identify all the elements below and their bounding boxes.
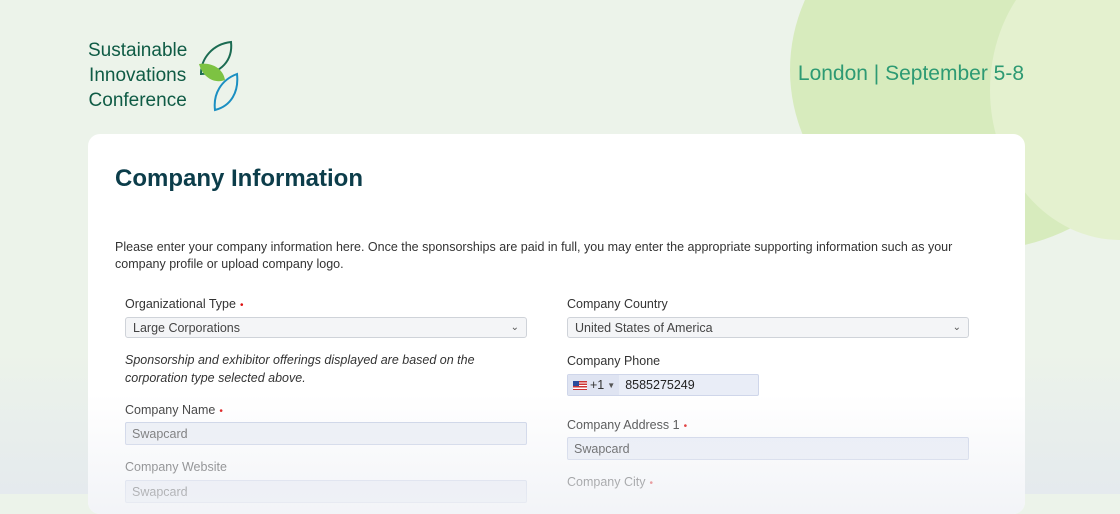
- company-country-select[interactable]: United States of America ⌄: [567, 317, 969, 338]
- country-code-dropdown[interactable]: +1 ▼: [568, 375, 620, 395]
- required-marker: •: [649, 478, 654, 489]
- company-website-label: Company Website: [125, 460, 227, 474]
- logo-text: Sustainable Innovations Conference: [88, 40, 188, 111]
- conference-logo[interactable]: Sustainable Innovations Conference: [88, 38, 239, 113]
- company-phone-input[interactable]: +1 ▼ 8585275249: [567, 374, 759, 396]
- company-address1-label: Company Address 1 •: [567, 418, 688, 432]
- required-marker: •: [683, 421, 688, 432]
- required-marker: •: [239, 300, 244, 311]
- phone-number[interactable]: 8585275249: [619, 375, 701, 395]
- org-type-select[interactable]: Large Corporations ⌄: [125, 317, 527, 338]
- caret-down-icon: ▼: [607, 380, 616, 390]
- event-location-date: London | September 5-8: [797, 62, 1024, 85]
- chevron-down-icon: ⌄: [952, 322, 961, 333]
- org-type-note: Sponsorship and exhibitor offerings disp…: [125, 353, 475, 385]
- company-city-label: Company City •: [567, 475, 654, 489]
- company-name-input[interactable]: Swapcard: [125, 422, 527, 445]
- leaf-icon: [199, 40, 239, 111]
- org-type-label: Organizational Type •: [125, 297, 244, 311]
- chevron-down-icon: ⌄: [510, 322, 519, 333]
- page-title: Company Information: [115, 165, 364, 192]
- company-country-label: Company Country: [567, 297, 668, 311]
- company-phone-label: Company Phone: [567, 354, 661, 368]
- company-address1-input[interactable]: Swapcard: [567, 437, 969, 460]
- form-intro: Please enter your company information he…: [115, 240, 953, 271]
- us-flag-icon: [573, 380, 587, 390]
- company-website-input[interactable]: Swapcard: [125, 480, 527, 503]
- required-marker: •: [219, 406, 223, 417]
- company-name-label: Company Name •: [125, 403, 223, 417]
- company-info-card: Company Information Please enter your co…: [88, 134, 1025, 514]
